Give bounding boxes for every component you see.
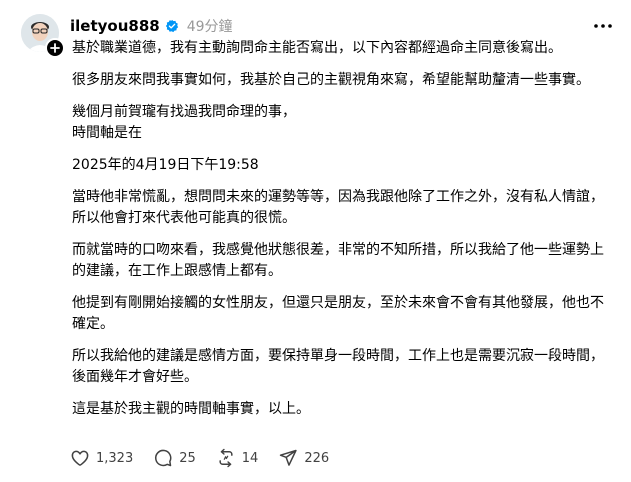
post-paragraph: 這是基於我主觀的時間軸事實，以上。 <box>72 401 310 417</box>
thread-post: iletyou888 49分鐘 基於職業道德，我有主動詢問命主能否寫出，以下內容… <box>0 0 631 482</box>
verified-badge-icon <box>165 19 178 33</box>
comment-count: 25 <box>179 450 196 466</box>
post-paragraph: 2025年的4月19日下午19:58 <box>72 157 259 173</box>
follow-plus-button[interactable] <box>45 38 65 58</box>
post-header: iletyou888 49分鐘 <box>70 16 233 36</box>
repost-button[interactable]: 14 <box>216 448 259 468</box>
post-paragraph: 而就當時的口吻來看，我感覺他狀態很差，非常的不知所措，所以我給了他一些運勢上的建… <box>72 242 604 279</box>
send-icon <box>280 449 297 466</box>
post-paragraph: 幾個月前賀瓏有找過我問命理的事， 時間軸是在 <box>72 104 296 141</box>
post-paragraph: 所以我給他的建議是感情方面，要保持單身一段時間，工作上也是需要沉寂一段時間，後面… <box>72 348 604 385</box>
repost-icon <box>219 448 233 468</box>
more-horizontal-icon <box>594 24 612 28</box>
username-link[interactable]: iletyou888 <box>70 17 160 35</box>
repost-count: 14 <box>241 450 259 466</box>
like-count: 1,323 <box>96 450 134 466</box>
post-paragraph: 當時他非常慌亂，想問問未來的運勢等等，因為我跟他除了工作之外，沒有私人情誼，所以… <box>72 189 604 226</box>
like-button[interactable]: 1,323 <box>70 448 133 468</box>
post-paragraph: 他提到有剛開始接觸的女性朋友，但還只是朋友，至於未來會不會有其他發展，他也不確定… <box>72 295 604 332</box>
comment-button[interactable]: 25 <box>153 448 196 468</box>
more-options-button[interactable] <box>592 17 614 35</box>
share-count: 226 <box>304 450 330 466</box>
plus-icon <box>50 43 60 53</box>
avatar[interactable] <box>21 14 65 58</box>
heart-icon <box>71 450 89 466</box>
post-paragraph: 很多朋友來問我事實如何，我基於自己的主觀視角來寫，希望能幫助釐清一些事實。 <box>72 72 590 88</box>
post-body: 基於職業道德，我有主動詢問命主能否寫出，以下內容都經過命主同意後寫出。 很多朋友… <box>72 38 617 431</box>
share-button[interactable]: 226 <box>278 448 329 468</box>
post-paragraph: 基於職業道德，我有主動詢問命主能否寫出，以下內容都經過命主同意後寫出。 <box>72 40 562 56</box>
post-timestamp[interactable]: 49分鐘 <box>187 16 233 36</box>
comment-bubble-icon <box>155 449 172 467</box>
post-actions: 1,323 25 14 226 <box>70 447 349 469</box>
